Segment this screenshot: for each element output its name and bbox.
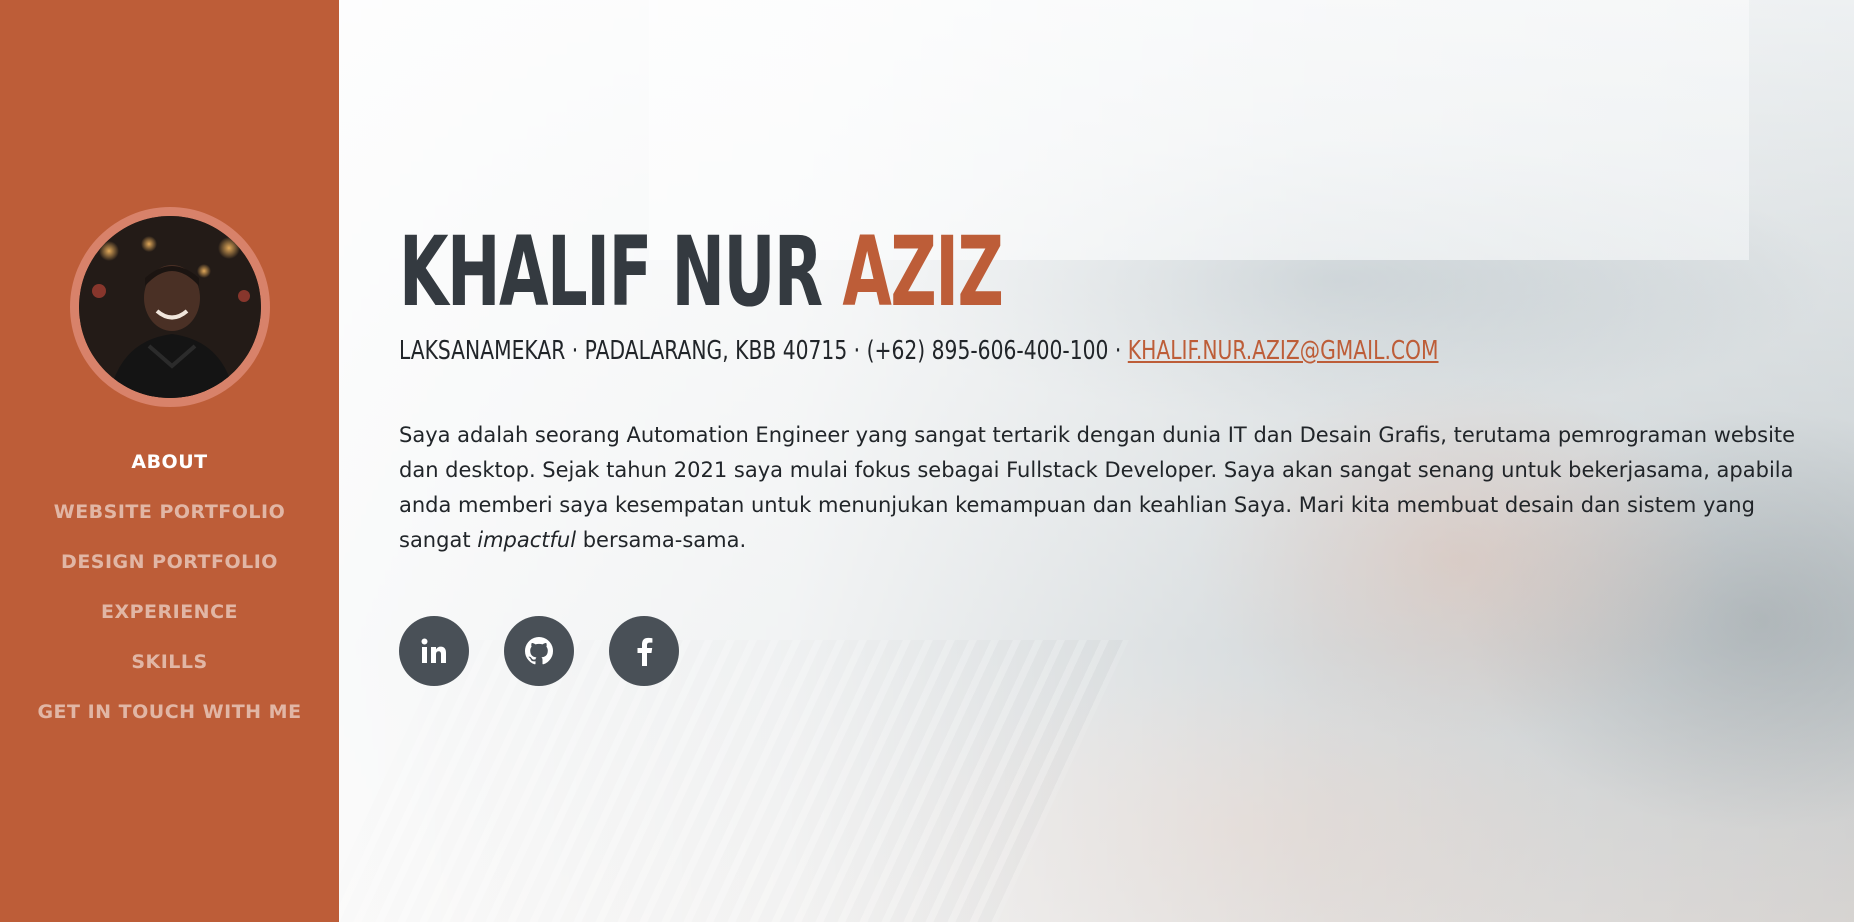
lead-emphasis: impactful — [477, 528, 577, 552]
social-icons — [399, 616, 1819, 686]
sidebar-nav: ABOUT WEBSITE PORTFOLIO DESIGN PORTFOLIO… — [37, 437, 301, 737]
email-link[interactable]: KHALIF.NUR.AZIZ@GMAIL.COM — [1128, 336, 1439, 366]
facebook-button[interactable] — [609, 616, 679, 686]
facebook-icon — [637, 637, 653, 666]
nav-item-design-portfolio[interactable]: DESIGN PORTFOLIO — [61, 537, 278, 587]
name-first: KHALIF NUR — [399, 216, 843, 328]
linkedin-button[interactable] — [399, 616, 469, 686]
name-last: AZIZ — [842, 216, 1003, 328]
lead-text-end: bersama-sama. — [576, 528, 747, 552]
about-section: KHALIF NUR AZIZ LAKSANAMEKAR · PADALARAN… — [339, 0, 1854, 922]
about-content: KHALIF NUR AZIZ LAKSANAMEKAR · PADALARAN… — [399, 222, 1819, 686]
page: ABOUT WEBSITE PORTFOLIO DESIGN PORTFOLIO… — [0, 0, 1854, 922]
github-icon — [524, 637, 554, 665]
contact-subheading: LAKSANAMEKAR · PADALARANG, KBB 40715 · (… — [399, 334, 1507, 368]
nav-item-contact[interactable]: GET IN TOUCH WITH ME — [37, 687, 301, 737]
address-text: LAKSANAMEKAR · PADALARANG, KBB 40715 · (… — [399, 336, 1128, 366]
profile-avatar[interactable] — [69, 207, 270, 407]
github-button[interactable] — [504, 616, 574, 686]
profile-photo — [78, 216, 261, 398]
nav-item-about[interactable]: ABOUT — [131, 437, 207, 487]
about-lead: Saya adalah seorang Automation Engineer … — [399, 418, 1819, 558]
nav-item-website-portfolio[interactable]: WEBSITE PORTFOLIO — [54, 487, 286, 537]
linkedin-icon — [421, 638, 446, 663]
nav-item-experience[interactable]: EXPERIENCE — [101, 587, 238, 637]
nav-item-skills[interactable]: SKILLS — [131, 637, 207, 687]
page-title: KHALIF NUR AZIZ — [399, 222, 1450, 322]
sidebar: ABOUT WEBSITE PORTFOLIO DESIGN PORTFOLIO… — [0, 0, 339, 922]
